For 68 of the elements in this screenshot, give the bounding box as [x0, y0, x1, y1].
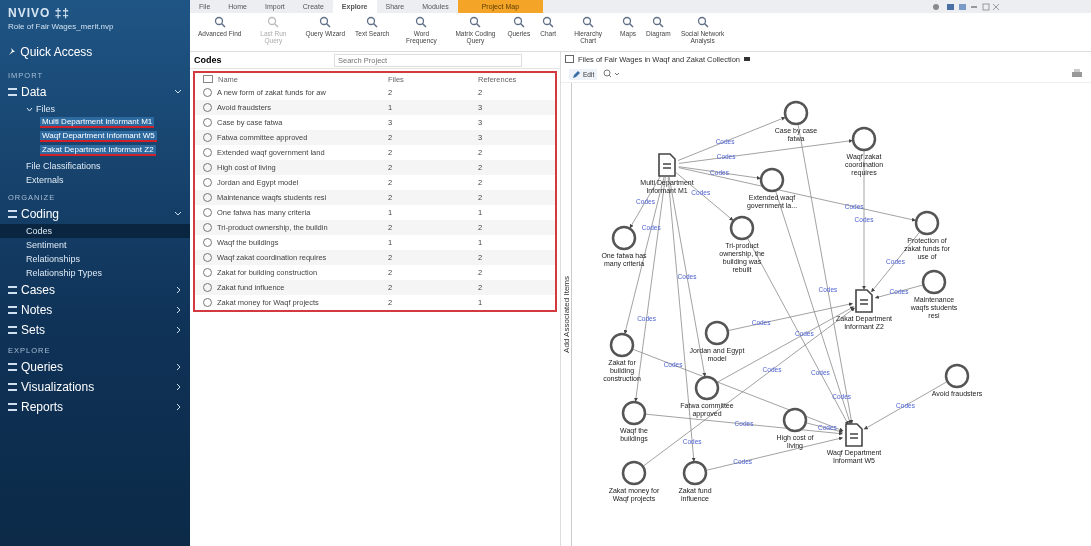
columns-icon — [203, 75, 213, 83]
magnifier-icon — [542, 16, 555, 28]
code-node[interactable] — [682, 460, 708, 486]
nav-group[interactable]: Coding — [0, 204, 190, 224]
code-node[interactable] — [851, 126, 877, 152]
nav-item[interactable]: File Classifications — [0, 159, 190, 173]
nav-item[interactable]: Files — [0, 102, 190, 116]
quick-access-item[interactable]: Quick Access — [0, 33, 190, 65]
pencil-icon — [572, 69, 581, 79]
list-icon — [8, 210, 17, 218]
file-item[interactable]: Waqf Department Informant W5 — [40, 131, 157, 142]
code-node[interactable] — [621, 400, 647, 426]
nav-item[interactable]: Externals — [0, 173, 190, 187]
pane-title: Codes — [194, 55, 223, 65]
code-node[interactable] — [704, 320, 730, 346]
add-associated-items-tab[interactable]: Add Associated Items — [561, 276, 571, 353]
map-icon — [565, 55, 574, 63]
code-node[interactable] — [609, 332, 635, 358]
print-icon[interactable] — [1071, 69, 1083, 79]
magnifier-icon — [415, 16, 428, 28]
list-icon — [8, 403, 17, 411]
nav-group[interactable]: Data — [0, 82, 190, 102]
window-controls-drawing — [931, 1, 1001, 12]
list-icon — [8, 326, 17, 334]
code-node[interactable] — [944, 363, 970, 389]
code-node[interactable] — [611, 225, 637, 251]
list-icon — [8, 286, 17, 294]
magnifier-icon — [213, 16, 226, 28]
code-node[interactable] — [783, 100, 809, 126]
magnifier-icon — [319, 16, 332, 28]
code-node[interactable] — [921, 269, 947, 295]
code-node[interactable] — [759, 167, 785, 193]
nav-group[interactable]: Visualizations — [0, 377, 190, 397]
list-icon — [8, 363, 17, 371]
code-node[interactable] — [914, 210, 940, 236]
app-logo: NVIVO ‡‡ — [7, 6, 72, 20]
list-icon — [8, 88, 17, 96]
code-node[interactable] — [621, 460, 647, 486]
code-node[interactable] — [729, 215, 755, 241]
code-node[interactable] — [782, 407, 808, 433]
magnifier-icon — [622, 16, 635, 28]
list-icon — [8, 383, 17, 391]
magnifier-icon — [267, 16, 280, 28]
magnifier-icon — [512, 16, 525, 28]
pin-icon — [8, 47, 17, 56]
magnifier-icon — [652, 16, 665, 28]
code-node[interactable] — [694, 375, 720, 401]
file-item[interactable]: Zakat Department Informant Z2 — [40, 145, 156, 156]
nav-group[interactable]: Notes — [0, 300, 190, 320]
project-name: Role of Fair Wages_merit.nvp — [7, 21, 115, 33]
magnifier-icon — [469, 16, 482, 28]
list-icon — [8, 306, 17, 314]
nav-item[interactable]: Relationship Types — [0, 266, 190, 280]
document-node-icon[interactable] — [658, 153, 676, 177]
nav-group[interactable]: Queries — [0, 357, 190, 377]
nav-item[interactable]: Sentiment — [0, 238, 190, 252]
nav-item[interactable]: Relationships — [0, 252, 190, 266]
magnifier-icon — [366, 16, 379, 28]
chevron-down-icon[interactable] — [26, 105, 33, 113]
nav-group[interactable]: Sets — [0, 320, 190, 340]
document-node-icon[interactable] — [855, 289, 873, 313]
magnifier-icon — [582, 16, 595, 28]
document-node-icon[interactable] — [845, 423, 863, 447]
nav-group[interactable]: Reports — [0, 397, 190, 417]
file-item[interactable]: Multi Department Informant M1 — [40, 117, 155, 128]
magnifier-icon — [696, 16, 709, 28]
nav-item[interactable]: Codes — [0, 224, 190, 238]
nav-group[interactable]: Cases — [0, 280, 190, 300]
